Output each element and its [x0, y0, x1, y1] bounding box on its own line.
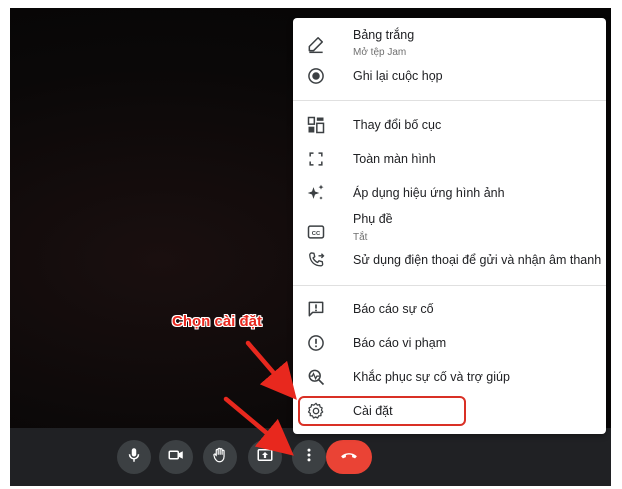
menu-item-troubleshoot[interactable]: Khắc phục sự cố và trợ giúp: [293, 366, 606, 396]
svg-text:CC: CC: [312, 231, 321, 237]
menu-item-report-problem[interactable]: Báo cáo sự cố: [293, 298, 606, 328]
camera-button[interactable]: [159, 440, 193, 474]
pen-icon: [306, 34, 326, 54]
menu-item-label: Ghi lại cuộc họp: [353, 69, 443, 83]
report-abuse-icon: [306, 333, 326, 353]
end-call-button[interactable]: [326, 440, 372, 474]
menu-item-whiteboard[interactable]: Bảng trắng Mở tệp Jam: [293, 22, 606, 66]
menu-item-visual-effects[interactable]: Áp dụng hiệu ứng hình ảnh: [293, 182, 606, 212]
phone-forward-icon: [306, 250, 326, 270]
mic-button[interactable]: [117, 440, 151, 474]
menu-item-label: Sử dụng điện thoại để gửi và nhận âm tha…: [353, 253, 602, 267]
menu-item-captions[interactable]: CC Phụ đề Tắt: [293, 212, 606, 252]
present-icon: [256, 446, 274, 469]
menu-item-label: Toàn màn hình: [353, 152, 436, 166]
menu-divider: [293, 100, 606, 101]
menu-item-sublabel: Tắt: [353, 232, 368, 243]
menu-item-label: Phụ đề: [353, 212, 393, 226]
layout-icon: [306, 115, 326, 135]
menu-item-record[interactable]: Ghi lại cuộc họp: [293, 66, 606, 100]
menu-item-change-layout[interactable]: Thay đổi bố cục: [293, 114, 606, 144]
present-button[interactable]: [248, 440, 282, 474]
menu-divider: [293, 285, 606, 286]
report-problem-icon: [306, 299, 326, 319]
menu-item-label: Thay đổi bố cục: [353, 118, 442, 132]
captions-icon: CC: [306, 222, 326, 242]
menu-item-label: Bảng trắng: [353, 28, 415, 42]
menu-item-phone-audio[interactable]: Sử dụng điện thoại để gửi và nhận âm tha…: [293, 250, 606, 280]
more-options-icon: [300, 446, 318, 469]
camera-icon: [167, 446, 185, 469]
end-call-icon: [339, 445, 359, 470]
raise-hand-icon: [211, 446, 229, 469]
menu-item-label: Báo cáo sự cố: [353, 302, 434, 316]
mic-icon: [125, 446, 143, 469]
menu-item-label: Báo cáo vi phạm: [353, 336, 447, 350]
fullscreen-icon: [306, 149, 326, 169]
raise-hand-button[interactable]: [203, 440, 237, 474]
more-options-button[interactable]: [292, 440, 326, 474]
more-options-menu: Bảng trắng Mở tệp Jam Ghi lại cuộc họp T…: [293, 18, 606, 434]
menu-item-label: Áp dụng hiệu ứng hình ảnh: [353, 186, 505, 200]
sparkle-icon: [306, 183, 326, 203]
annotation-callout: Chọn cài đặt: [172, 313, 263, 330]
troubleshoot-icon: [306, 367, 326, 387]
menu-item-fullscreen[interactable]: Toàn màn hình: [293, 148, 606, 178]
menu-item-sublabel: Mở tệp Jam: [353, 47, 407, 58]
record-icon: [306, 66, 326, 86]
menu-item-label: Khắc phục sự cố và trợ giúp: [353, 370, 510, 384]
settings-highlight-box: [298, 396, 466, 426]
menu-item-report-abuse[interactable]: Báo cáo vi phạm: [293, 332, 606, 362]
